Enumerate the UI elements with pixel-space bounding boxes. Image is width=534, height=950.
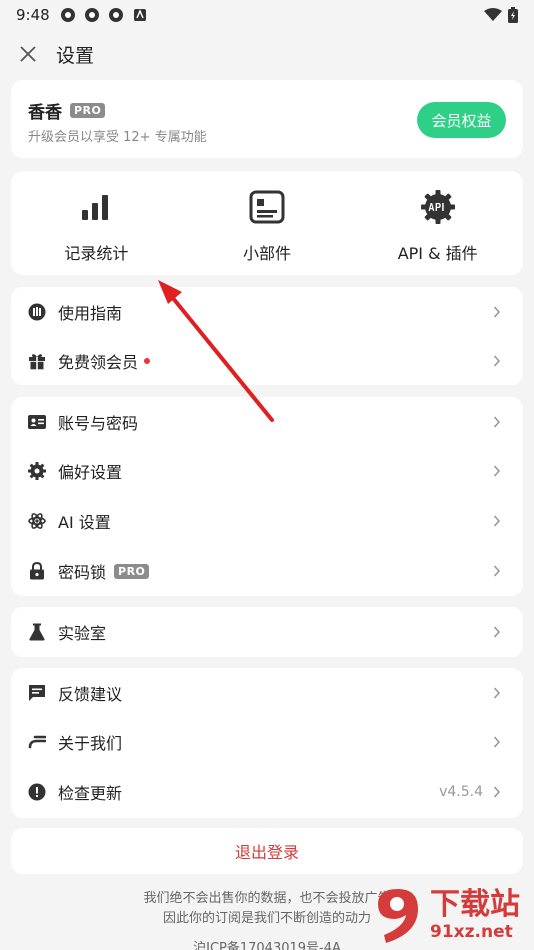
logout-label: 退出登录	[234, 843, 299, 862]
shortcut-label: 小部件	[243, 244, 292, 263]
chevron-right-icon	[493, 355, 501, 367]
watermark-title: 下载站	[430, 887, 520, 922]
menu-item-passcode-lock[interactable]: 密码锁 PRO	[11, 546, 523, 596]
menu-item-label: AI 设置	[58, 513, 111, 532]
notification-icon	[60, 8, 75, 22]
version-label: v4.5.4	[439, 784, 483, 800]
status-time: 9:48	[16, 6, 50, 24]
chevron-right-icon	[493, 786, 501, 798]
chevron-right-icon	[493, 687, 501, 699]
chevron-right-icon	[493, 565, 501, 577]
notification-icon	[133, 9, 146, 21]
menu-group-4: 反馈建议 关于我们 检查更新 v4.5.4	[11, 668, 523, 818]
menu-item-lab[interactable]: 实验室	[11, 607, 523, 657]
logout-button[interactable]: 退出登录	[11, 828, 523, 874]
shortcuts-card: 记录统计 小部件 API & 插件	[11, 171, 523, 275]
watermark-logo-icon	[378, 889, 418, 943]
profile-name-row: 香香 PRO	[28, 98, 106, 123]
pro-badge: PRO	[114, 563, 150, 579]
close-button[interactable]	[16, 42, 40, 66]
api-gear-icon	[420, 190, 455, 224]
gift-icon	[29, 354, 45, 370]
menu-item-label: 账号与密码	[58, 414, 139, 433]
menu-item-label: 偏好设置	[58, 463, 123, 482]
menu-group-1: 使用指南 免费领会员	[11, 287, 523, 385]
menu-item-feedback[interactable]: 反馈建议	[11, 668, 523, 718]
guide-icon	[28, 303, 46, 321]
notification-dot	[144, 358, 151, 364]
about-icon	[28, 735, 46, 749]
menu-group-3: 实验室	[11, 607, 523, 657]
watermark: 下载站 91xz.net	[370, 880, 528, 950]
pro-badge: PRO	[70, 103, 106, 118]
flask-icon	[29, 623, 45, 641]
status-system-icons	[484, 7, 518, 23]
menu-item-label: 关于我们	[58, 734, 123, 753]
notification-icon	[84, 8, 99, 22]
gear-icon	[28, 462, 46, 480]
profile-subtitle: 升级会员以享受 12+ 专属功能	[28, 130, 207, 145]
menu-item-label: 使用指南	[58, 304, 123, 323]
menu-item-about-us[interactable]: 关于我们	[11, 717, 523, 767]
shortcut-widgets[interactable]: 小部件	[182, 171, 353, 275]
notification-icon	[108, 8, 123, 22]
bar-chart-icon	[82, 195, 109, 220]
status-notification-icons	[60, 7, 148, 23]
profile-card[interactable]: 香香 PRO 升级会员以享受 12+ 专属功能 会员权益	[11, 80, 523, 158]
id-card-icon	[28, 415, 46, 429]
chevron-right-icon	[493, 626, 501, 638]
shortcut-statistics[interactable]: 记录统计	[11, 171, 182, 275]
menu-item-account-password[interactable]: 账号与密码	[11, 397, 523, 447]
widget-icon	[249, 190, 285, 224]
menu-item-label: 检查更新	[58, 784, 123, 803]
menu-item-label: 免费领会员	[58, 353, 139, 372]
lock-icon	[30, 562, 44, 580]
alert-icon	[28, 783, 46, 801]
chevron-right-icon	[493, 306, 501, 318]
atom-icon	[28, 513, 46, 529]
battery-icon	[508, 7, 518, 23]
chevron-right-icon	[493, 515, 501, 527]
chevron-right-icon	[493, 416, 501, 428]
menu-item-preferences[interactable]: 偏好设置	[11, 446, 523, 496]
chevron-right-icon	[493, 465, 501, 477]
menu-item-label: 实验室	[58, 624, 107, 643]
shortcut-label: 记录统计	[64, 244, 129, 263]
menu-item-guide[interactable]: 使用指南	[11, 287, 523, 337]
menu-item-free-membership[interactable]: 免费领会员	[11, 336, 523, 386]
watermark-url: 91xz.net	[430, 922, 513, 942]
profile-name: 香香	[28, 103, 62, 123]
chevron-right-icon	[493, 736, 501, 748]
page-title: 设置	[56, 44, 95, 67]
menu-item-label: 反馈建议	[58, 685, 123, 704]
shortcut-api-plugins[interactable]: API & 插件	[352, 171, 523, 275]
menu-item-check-update[interactable]: 检查更新 v4.5.4	[11, 767, 523, 817]
member-benefits-button[interactable]: 会员权益	[417, 102, 506, 138]
header: 设置	[0, 34, 534, 74]
wifi-icon	[484, 8, 502, 21]
menu-item-label: 密码锁	[58, 563, 107, 582]
menu-item-ai-settings[interactable]: AI 设置	[11, 496, 523, 546]
close-icon	[20, 46, 36, 62]
shortcut-label: API & 插件	[397, 244, 478, 263]
status-bar: 9:48	[0, 0, 534, 30]
menu-group-2: 账号与密码 偏好设置 AI 设置 密码锁 PRO	[11, 397, 523, 596]
feedback-icon	[29, 685, 45, 701]
